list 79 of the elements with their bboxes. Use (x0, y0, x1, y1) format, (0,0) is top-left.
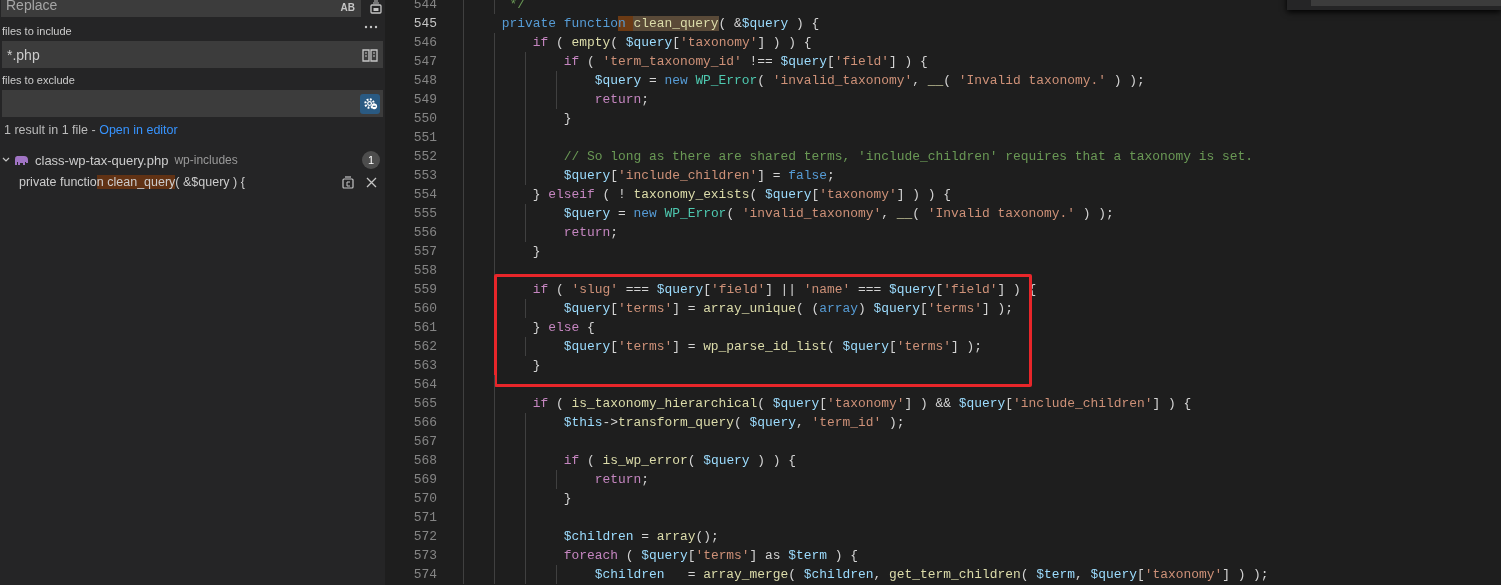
line-number: 563 (412, 357, 437, 375)
result-summary: 1 result in 1 file - (4, 123, 97, 137)
search-match-item[interactable]: private function clean_query( &$query ) { (0, 171, 383, 193)
code-line: return; (593, 92, 649, 107)
line-number: 559 (412, 281, 437, 299)
line-number: 544 (412, 0, 437, 14)
field-label: files to include (2, 24, 72, 39)
code-line: if ( empty( $query['taxonomy'] ) ) { (531, 35, 812, 50)
line-number: 558 (412, 262, 437, 280)
replace-icon[interactable] (342, 175, 354, 189)
line-number: 562 (412, 338, 437, 356)
field-value: *.php (7, 46, 41, 63)
code-line: if ( 'term_taxonomy_id' !== $query['field'] ) { (562, 54, 928, 69)
code-line: } (562, 111, 572, 126)
code-line: $children = array_merge( $children, get_term_children( $term, $query['taxonomy'] ) ); (593, 567, 1269, 582)
line-number: 555 (412, 205, 437, 223)
line-number: 553 (412, 167, 437, 185)
line-number: 550 (412, 110, 437, 128)
match-count-badge: 1 (362, 151, 380, 169)
code-line: } (531, 358, 541, 373)
replace-field[interactable]: Replace AB (1, 0, 362, 17)
include-field[interactable]: *.php (2, 41, 383, 68)
line-number: 551 (412, 129, 437, 147)
replace-all-icon[interactable] (369, 0, 383, 14)
line-number: 548 (412, 72, 437, 90)
line-number: 569 (412, 471, 437, 489)
line-number: 546 (412, 34, 437, 52)
field-label: files to exclude (2, 73, 75, 88)
code-line: foreach ( $query['terms'] as $term ) { (562, 548, 859, 563)
line-number: 560 (412, 300, 437, 318)
line-number: 566 (412, 414, 437, 432)
line-number: 545 (412, 15, 437, 33)
exclude-field[interactable] (2, 90, 383, 117)
code-line: private function clean_query( &$query ) { (500, 16, 820, 31)
line-number: 573 (412, 547, 437, 565)
folder-path: wp-includes (174, 153, 238, 167)
code-line: $query = new WP_Error( 'invalid_taxonomy', __( 'Invalid taxonomy.' ) ); (593, 73, 1145, 88)
file-name: class-wp-tax-query.php (35, 152, 169, 168)
line-number: 561 (412, 319, 437, 337)
close-icon[interactable] (366, 176, 377, 188)
code-line: if ( is_wp_error( $query ) ) { (562, 453, 797, 468)
match-text: private function clean_query( &$query ) { (19, 175, 245, 189)
code-line: } elseif ( ! taxonomy_exists( $query['taxonomy'] ) ) { (531, 187, 951, 202)
line-number: 572 (412, 528, 437, 546)
more-icon[interactable] (364, 25, 378, 29)
open-in-editor-link[interactable]: Open in editor (99, 123, 178, 137)
line-number: 565 (412, 395, 437, 413)
line-number: 571 (412, 509, 437, 527)
code-line: $query['include_children'] = false; (562, 168, 835, 183)
line-number: 547 (412, 53, 437, 71)
settings-toggle[interactable] (360, 93, 380, 114)
code-line: } (562, 491, 572, 506)
code-line: // So long as there are shared terms, 'include_children' requires that a taxonomy is set. (562, 149, 1253, 164)
line-number: 570 (412, 490, 437, 508)
code-line: return; (562, 225, 618, 240)
code-line: $query = new WP_Error( 'invalid_taxonomy', __( 'Invalid taxonomy.' ) ); (562, 206, 1114, 221)
book-icon (362, 47, 378, 62)
code-line: } else { (531, 320, 595, 335)
line-number: 574 (412, 566, 437, 584)
code-line: $query['terms'] = wp_parse_id_list( $query['terms'] ); (562, 339, 982, 354)
line-number: 568 (412, 452, 437, 470)
code-line: $children = array(); (562, 529, 719, 544)
code-line: return; (593, 472, 649, 487)
chevron-icon[interactable] (2, 157, 10, 163)
code-line: if ( is_taxonomy_hierarchical( $query['taxonomy'] ) && $query['include_children'] ) { (531, 396, 1192, 411)
line-number: 564 (412, 376, 437, 394)
line-number: 554 (412, 186, 437, 204)
code-line: } (531, 244, 541, 259)
settings-icon (362, 96, 378, 111)
line-number: 567 (412, 433, 437, 451)
elephant-icon (14, 154, 29, 166)
code-line: $query['terms'] = array_unique( (array) $query['terms'] ); (562, 301, 1013, 316)
file-tree-item[interactable]: class-wp-tax-query.php wp-includes 1 (0, 149, 383, 171)
preserve-case-button[interactable]: AB (340, 1, 356, 13)
line-number: 557 (412, 243, 437, 261)
line-number: 556 (412, 224, 437, 242)
line-number: 552 (412, 148, 437, 166)
code-line: $this->transform_query( $query, 'term_id' ); (562, 415, 905, 430)
line-number: 549 (412, 91, 437, 109)
